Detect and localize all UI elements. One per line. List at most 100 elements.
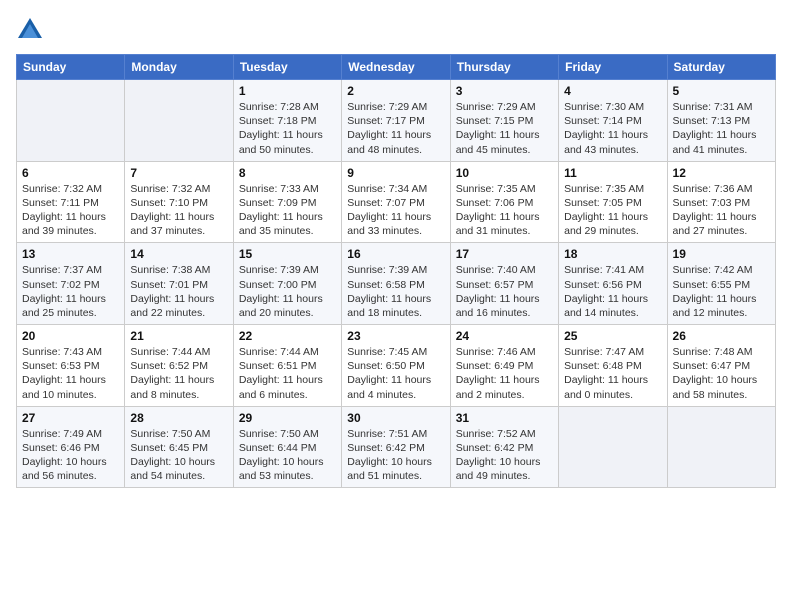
- page-header: [16, 16, 776, 44]
- day-info: Sunrise: 7:32 AM Sunset: 7:11 PM Dayligh…: [22, 182, 119, 239]
- day-info: Sunrise: 7:29 AM Sunset: 7:15 PM Dayligh…: [456, 100, 553, 157]
- calendar-day-cell: 20 Sunrise: 7:43 AM Sunset: 6:53 PM Dayli…: [17, 325, 125, 407]
- calendar-day-cell: 3 Sunrise: 7:29 AM Sunset: 7:15 PM Daylig…: [450, 80, 558, 162]
- day-info: Sunrise: 7:41 AM Sunset: 6:56 PM Dayligh…: [564, 263, 661, 320]
- day-number: 14: [130, 247, 227, 261]
- calendar-week-row: 20 Sunrise: 7:43 AM Sunset: 6:53 PM Dayli…: [17, 325, 776, 407]
- day-number: 3: [456, 84, 553, 98]
- day-info: Sunrise: 7:42 AM Sunset: 6:55 PM Dayligh…: [673, 263, 770, 320]
- calendar-day-cell: 2 Sunrise: 7:29 AM Sunset: 7:17 PM Daylig…: [342, 80, 450, 162]
- calendar-day-cell: [667, 406, 775, 488]
- day-number: 31: [456, 411, 553, 425]
- day-info: Sunrise: 7:43 AM Sunset: 6:53 PM Dayligh…: [22, 345, 119, 402]
- day-number: 24: [456, 329, 553, 343]
- day-number: 8: [239, 166, 336, 180]
- calendar-day-cell: 5 Sunrise: 7:31 AM Sunset: 7:13 PM Daylig…: [667, 80, 775, 162]
- weekday-header-row: SundayMondayTuesdayWednesdayThursdayFrid…: [17, 55, 776, 80]
- day-info: Sunrise: 7:35 AM Sunset: 7:06 PM Dayligh…: [456, 182, 553, 239]
- calendar-day-cell: 26 Sunrise: 7:48 AM Sunset: 6:47 PM Dayli…: [667, 325, 775, 407]
- calendar-day-cell: 14 Sunrise: 7:38 AM Sunset: 7:01 PM Dayli…: [125, 243, 233, 325]
- weekday-header-cell: Tuesday: [233, 55, 341, 80]
- calendar-day-cell: 17 Sunrise: 7:40 AM Sunset: 6:57 PM Dayli…: [450, 243, 558, 325]
- calendar-day-cell: 13Sunrise: 7:37 AM Sunset: 7:02 PM Dayli…: [17, 243, 125, 325]
- calendar-day-cell: 15 Sunrise: 7:39 AM Sunset: 7:00 PM Dayli…: [233, 243, 341, 325]
- calendar-day-cell: 25 Sunrise: 7:47 AM Sunset: 6:48 PM Dayli…: [559, 325, 667, 407]
- day-info: Sunrise: 7:38 AM Sunset: 7:01 PM Dayligh…: [130, 263, 227, 320]
- day-number: 16: [347, 247, 444, 261]
- calendar-day-cell: [125, 80, 233, 162]
- calendar-day-cell: 8 Sunrise: 7:33 AM Sunset: 7:09 PM Daylig…: [233, 161, 341, 243]
- calendar-week-row: 13Sunrise: 7:37 AM Sunset: 7:02 PM Dayli…: [17, 243, 776, 325]
- day-info: Sunrise: 7:33 AM Sunset: 7:09 PM Dayligh…: [239, 182, 336, 239]
- day-info: Sunrise: 7:30 AM Sunset: 7:14 PM Dayligh…: [564, 100, 661, 157]
- calendar-day-cell: [559, 406, 667, 488]
- day-info: Sunrise: 7:39 AM Sunset: 7:00 PM Dayligh…: [239, 263, 336, 320]
- calendar-day-cell: 16 Sunrise: 7:39 AM Sunset: 6:58 PM Dayli…: [342, 243, 450, 325]
- calendar-day-cell: 28Sunrise: 7:50 AM Sunset: 6:45 PM Dayli…: [125, 406, 233, 488]
- calendar-day-cell: 23Sunrise: 7:45 AM Sunset: 6:50 PM Dayli…: [342, 325, 450, 407]
- day-info: Sunrise: 7:44 AM Sunset: 6:52 PM Dayligh…: [130, 345, 227, 402]
- calendar-body: 1Sunrise: 7:28 AM Sunset: 7:18 PM Daylig…: [17, 80, 776, 488]
- day-number: 4: [564, 84, 661, 98]
- day-info: Sunrise: 7:31 AM Sunset: 7:13 PM Dayligh…: [673, 100, 770, 157]
- day-number: 11: [564, 166, 661, 180]
- day-info: Sunrise: 7:47 AM Sunset: 6:48 PM Dayligh…: [564, 345, 661, 402]
- day-info: Sunrise: 7:50 AM Sunset: 6:44 PM Dayligh…: [239, 427, 336, 484]
- day-number: 27: [22, 411, 119, 425]
- day-info: Sunrise: 7:48 AM Sunset: 6:47 PM Dayligh…: [673, 345, 770, 402]
- day-number: 20: [22, 329, 119, 343]
- logo: [16, 16, 48, 44]
- day-number: 22: [239, 329, 336, 343]
- day-number: 7: [130, 166, 227, 180]
- calendar-day-cell: 10 Sunrise: 7:35 AM Sunset: 7:06 PM Dayli…: [450, 161, 558, 243]
- calendar-day-cell: 24Sunrise: 7:46 AM Sunset: 6:49 PM Dayli…: [450, 325, 558, 407]
- calendar-day-cell: 22 Sunrise: 7:44 AM Sunset: 6:51 PM Dayli…: [233, 325, 341, 407]
- day-info: Sunrise: 7:44 AM Sunset: 6:51 PM Dayligh…: [239, 345, 336, 402]
- calendar-day-cell: 19 Sunrise: 7:42 AM Sunset: 6:55 PM Dayli…: [667, 243, 775, 325]
- day-number: 23: [347, 329, 444, 343]
- day-number: 25: [564, 329, 661, 343]
- day-number: 9: [347, 166, 444, 180]
- calendar-day-cell: 21Sunrise: 7:44 AM Sunset: 6:52 PM Dayli…: [125, 325, 233, 407]
- day-info: Sunrise: 7:52 AM Sunset: 6:42 PM Dayligh…: [456, 427, 553, 484]
- day-number: 15: [239, 247, 336, 261]
- day-info: Sunrise: 7:29 AM Sunset: 7:17 PM Dayligh…: [347, 100, 444, 157]
- day-info: Sunrise: 7:49 AM Sunset: 6:46 PM Dayligh…: [22, 427, 119, 484]
- day-number: 2: [347, 84, 444, 98]
- day-number: 19: [673, 247, 770, 261]
- weekday-header-cell: Saturday: [667, 55, 775, 80]
- day-number: 13: [22, 247, 119, 261]
- day-number: 10: [456, 166, 553, 180]
- day-info: Sunrise: 7:40 AM Sunset: 6:57 PM Dayligh…: [456, 263, 553, 320]
- day-number: 17: [456, 247, 553, 261]
- day-number: 29: [239, 411, 336, 425]
- day-number: 30: [347, 411, 444, 425]
- calendar-day-cell: 11 Sunrise: 7:35 AM Sunset: 7:05 PM Dayli…: [559, 161, 667, 243]
- calendar-day-cell: 30 Sunrise: 7:51 AM Sunset: 6:42 PM Dayli…: [342, 406, 450, 488]
- weekday-header-cell: Wednesday: [342, 55, 450, 80]
- calendar-day-cell: 6Sunrise: 7:32 AM Sunset: 7:11 PM Daylig…: [17, 161, 125, 243]
- calendar-table: SundayMondayTuesdayWednesdayThursdayFrid…: [16, 54, 776, 488]
- calendar-week-row: 6Sunrise: 7:32 AM Sunset: 7:11 PM Daylig…: [17, 161, 776, 243]
- day-number: 18: [564, 247, 661, 261]
- calendar-day-cell: 1Sunrise: 7:28 AM Sunset: 7:18 PM Daylig…: [233, 80, 341, 162]
- logo-icon: [16, 16, 44, 44]
- day-number: 5: [673, 84, 770, 98]
- day-number: 1: [239, 84, 336, 98]
- weekday-header-cell: Sunday: [17, 55, 125, 80]
- day-info: Sunrise: 7:32 AM Sunset: 7:10 PM Dayligh…: [130, 182, 227, 239]
- calendar-day-cell: 12Sunrise: 7:36 AM Sunset: 7:03 PM Dayli…: [667, 161, 775, 243]
- day-info: Sunrise: 7:51 AM Sunset: 6:42 PM Dayligh…: [347, 427, 444, 484]
- calendar-day-cell: [17, 80, 125, 162]
- calendar-day-cell: 4 Sunrise: 7:30 AM Sunset: 7:14 PM Daylig…: [559, 80, 667, 162]
- day-info: Sunrise: 7:35 AM Sunset: 7:05 PM Dayligh…: [564, 182, 661, 239]
- calendar-week-row: 27 Sunrise: 7:49 AM Sunset: 6:46 PM Dayli…: [17, 406, 776, 488]
- day-info: Sunrise: 7:39 AM Sunset: 6:58 PM Dayligh…: [347, 263, 444, 320]
- day-info: Sunrise: 7:50 AM Sunset: 6:45 PM Dayligh…: [130, 427, 227, 484]
- calendar-day-cell: 18 Sunrise: 7:41 AM Sunset: 6:56 PM Dayli…: [559, 243, 667, 325]
- calendar-day-cell: 7 Sunrise: 7:32 AM Sunset: 7:10 PM Daylig…: [125, 161, 233, 243]
- day-number: 12: [673, 166, 770, 180]
- calendar-day-cell: 31 Sunrise: 7:52 AM Sunset: 6:42 PM Dayli…: [450, 406, 558, 488]
- day-number: 26: [673, 329, 770, 343]
- calendar-day-cell: 9Sunrise: 7:34 AM Sunset: 7:07 PM Daylig…: [342, 161, 450, 243]
